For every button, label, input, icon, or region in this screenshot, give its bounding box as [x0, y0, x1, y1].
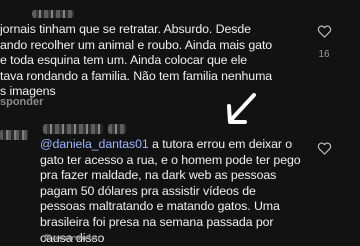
blurred-username [43, 124, 103, 134]
comment-body: a tutora errou em deixar o gato ter aces… [40, 137, 301, 245]
reply-button[interactable]: Responder [44, 234, 101, 240]
mention-link[interactable]: @daniela_dantas01 [40, 137, 149, 151]
comment-text: jornais tinham que se retratar. Absurdo.… [0, 22, 273, 99]
blurred-timestamp [108, 124, 126, 134]
like-button[interactable] [314, 142, 334, 155]
reply-button[interactable]: sponder [0, 96, 43, 108]
like-button[interactable]: 16 [314, 25, 334, 60]
heart-outline-icon [317, 25, 331, 38]
comment-1: jornais tinham que se retratar. Absurdo.… [0, 0, 315, 110]
blurred-username [32, 10, 74, 18]
avatar[interactable] [0, 130, 28, 140]
like-count: 16 [318, 49, 330, 60]
heart-outline-icon [317, 142, 331, 155]
comment-text: @daniela_dantas01 a tutora errou em deix… [40, 137, 316, 246]
